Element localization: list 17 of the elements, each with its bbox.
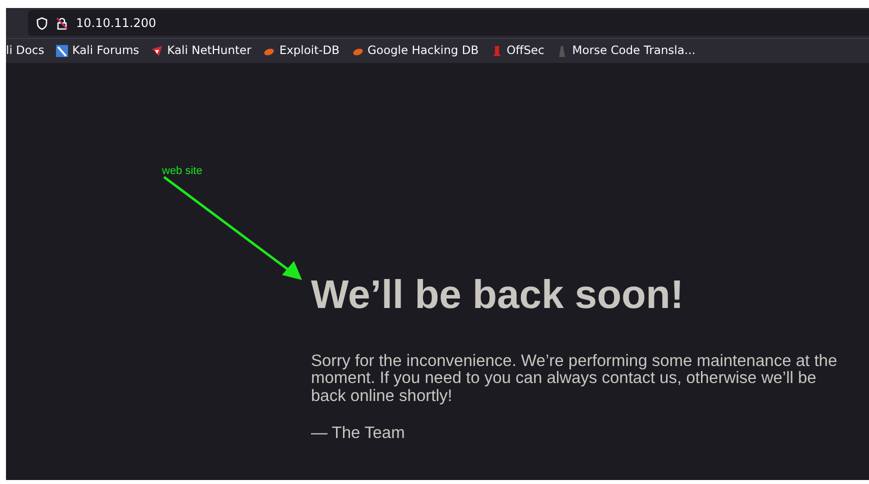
bookmark-link[interactable]: OffSec bbox=[490, 42, 544, 60]
bookmark-link[interactable]: Google Hacking DB bbox=[352, 42, 479, 60]
signature-text: — The Team bbox=[311, 422, 406, 444]
address-bar[interactable]: 10.10.11.200 bbox=[28, 10, 869, 36]
page-heading: We’ll be back soon! bbox=[311, 273, 685, 317]
shield-icon[interactable] bbox=[36, 16, 48, 30]
forum-icon bbox=[56, 45, 68, 57]
insecure-lock-icon[interactable] bbox=[56, 16, 68, 30]
bookmark-link[interactable]: Morse Code Transla... bbox=[556, 42, 696, 60]
nethunter-icon bbox=[151, 45, 164, 57]
bookmark-link[interactable]: li Docs bbox=[6, 42, 44, 60]
maintenance-message: Sorry for the inconvenience. We’re performing some maintenance at the moment. If you need to you can always contact us, otherwise we’ll be back online shortly! bbox=[311, 353, 838, 405]
annotation-label: web site bbox=[162, 164, 202, 179]
url-text[interactable]: 10.10.11.200 bbox=[76, 14, 156, 32]
bookmark-link[interactable]: Exploit-DB bbox=[263, 42, 340, 60]
bookmark-link[interactable]: Kali Forums bbox=[56, 42, 140, 60]
bookmark-link[interactable]: Kali NetHunter bbox=[151, 42, 252, 60]
